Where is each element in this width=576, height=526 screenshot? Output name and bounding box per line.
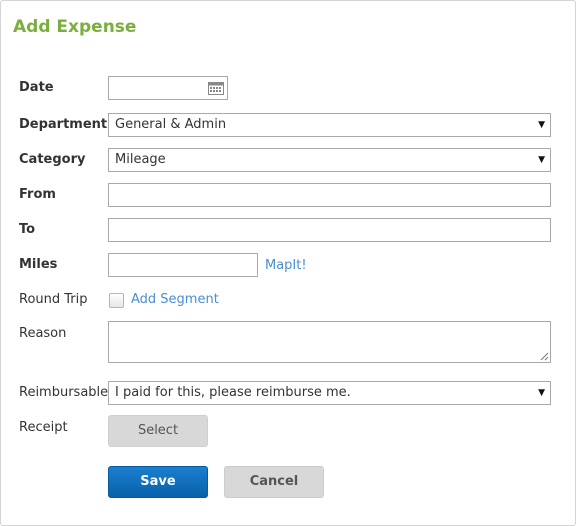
cancel-button[interactable]: Cancel <box>224 466 324 498</box>
miles-label: Miles <box>19 257 58 272</box>
chevron-down-icon: ▼ <box>538 120 545 130</box>
round-trip-checkbox[interactable] <box>109 293 124 308</box>
date-field[interactable] <box>108 76 228 100</box>
add-expense-dialog: Add Expense Date Department General & Ad… <box>0 0 576 526</box>
reimbursable-select[interactable]: I paid for this, please reimburse me. ▼ <box>108 381 551 405</box>
reason-label: Reason <box>19 326 67 341</box>
add-segment-link[interactable]: Add Segment <box>131 292 219 307</box>
chevron-down-icon: ▼ <box>538 155 545 165</box>
category-selected-value: Mileage <box>115 152 166 167</box>
miles-input[interactable] <box>108 253 258 277</box>
from-label: From <box>19 187 56 202</box>
round-trip-label: Round Trip <box>19 292 88 307</box>
resize-grip-icon[interactable] <box>540 352 549 361</box>
mapit-link[interactable]: MapIt! <box>265 258 307 273</box>
dialog-title: Add Expense <box>13 17 137 37</box>
category-select[interactable]: Mileage ▼ <box>108 148 551 172</box>
calendar-icon[interactable] <box>208 81 224 95</box>
receipt-select-button[interactable]: Select <box>108 415 208 447</box>
department-select[interactable]: General & Admin ▼ <box>108 113 551 137</box>
reimbursable-selected-value: I paid for this, please reimburse me. <box>115 385 351 400</box>
receipt-label: Receipt <box>19 420 68 435</box>
department-label: Department <box>19 117 108 132</box>
reason-textarea[interactable] <box>108 321 551 363</box>
department-selected-value: General & Admin <box>115 117 227 132</box>
reimbursable-label: Reimbursable <box>19 385 109 400</box>
chevron-down-icon: ▼ <box>538 388 545 398</box>
date-label: Date <box>19 80 54 95</box>
category-label: Category <box>19 152 86 167</box>
save-button[interactable]: Save <box>108 466 208 498</box>
to-input[interactable] <box>108 218 551 242</box>
from-input[interactable] <box>108 183 551 207</box>
to-label: To <box>19 222 36 237</box>
